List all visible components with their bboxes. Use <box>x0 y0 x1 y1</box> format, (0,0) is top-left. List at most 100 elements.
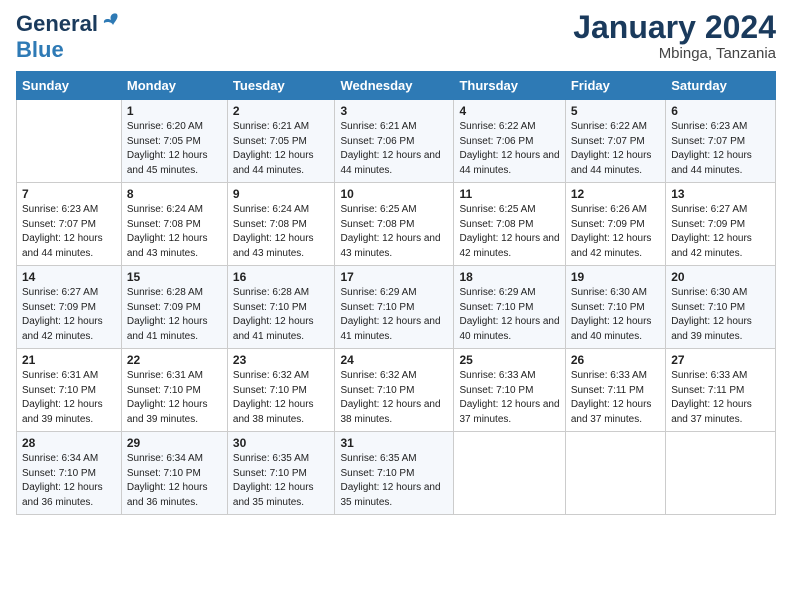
day-number: 5 <box>571 104 660 118</box>
day-number: 25 <box>459 353 559 367</box>
calendar-cell: 22 Sunrise: 6:31 AMSunset: 7:10 PMDaylig… <box>121 349 227 432</box>
day-info: Sunrise: 6:32 AMSunset: 7:10 PMDaylight:… <box>233 369 330 427</box>
day-number: 15 <box>127 270 222 284</box>
subtitle: Mbinga, Tanzania <box>573 45 776 62</box>
col-friday: Friday <box>565 72 665 100</box>
day-info: Sunrise: 6:22 AMSunset: 7:06 PMDaylight:… <box>459 120 559 178</box>
logo-general-text: General <box>16 11 98 37</box>
page-container: General Blue January 2024 Mbinga, Tanzan… <box>0 0 792 525</box>
day-info: Sunrise: 6:24 AMSunset: 7:08 PMDaylight:… <box>127 203 222 261</box>
calendar-cell <box>666 432 776 515</box>
calendar-cell: 1 Sunrise: 6:20 AMSunset: 7:05 PMDayligh… <box>121 100 227 183</box>
calendar-cell: 19 Sunrise: 6:30 AMSunset: 7:10 PMDaylig… <box>565 266 665 349</box>
calendar-cell: 17 Sunrise: 6:29 AMSunset: 7:10 PMDaylig… <box>335 266 454 349</box>
calendar-cell: 27 Sunrise: 6:33 AMSunset: 7:11 PMDaylig… <box>666 349 776 432</box>
calendar-cell: 11 Sunrise: 6:25 AMSunset: 7:08 PMDaylig… <box>454 183 565 266</box>
day-number: 1 <box>127 104 222 118</box>
day-info: Sunrise: 6:21 AMSunset: 7:05 PMDaylight:… <box>233 120 330 178</box>
day-number: 9 <box>233 187 330 201</box>
calendar-cell: 4 Sunrise: 6:22 AMSunset: 7:06 PMDayligh… <box>454 100 565 183</box>
calendar-cell: 26 Sunrise: 6:33 AMSunset: 7:11 PMDaylig… <box>565 349 665 432</box>
calendar-cell: 28 Sunrise: 6:34 AMSunset: 7:10 PMDaylig… <box>17 432 122 515</box>
day-info: Sunrise: 6:24 AMSunset: 7:08 PMDaylight:… <box>233 203 330 261</box>
day-info: Sunrise: 6:22 AMSunset: 7:07 PMDaylight:… <box>571 120 660 178</box>
calendar-week-row: 21 Sunrise: 6:31 AMSunset: 7:10 PMDaylig… <box>17 349 776 432</box>
day-info: Sunrise: 6:25 AMSunset: 7:08 PMDaylight:… <box>340 203 448 261</box>
day-info: Sunrise: 6:28 AMSunset: 7:10 PMDaylight:… <box>233 286 330 344</box>
col-saturday: Saturday <box>666 72 776 100</box>
col-tuesday: Tuesday <box>227 72 335 100</box>
day-number: 23 <box>233 353 330 367</box>
calendar-week-row: 1 Sunrise: 6:20 AMSunset: 7:05 PMDayligh… <box>17 100 776 183</box>
calendar-cell: 7 Sunrise: 6:23 AMSunset: 7:07 PMDayligh… <box>17 183 122 266</box>
calendar-week-row: 7 Sunrise: 6:23 AMSunset: 7:07 PMDayligh… <box>17 183 776 266</box>
day-number: 30 <box>233 436 330 450</box>
col-monday: Monday <box>121 72 227 100</box>
day-info: Sunrise: 6:29 AMSunset: 7:10 PMDaylight:… <box>340 286 448 344</box>
day-info: Sunrise: 6:30 AMSunset: 7:10 PMDaylight:… <box>571 286 660 344</box>
day-info: Sunrise: 6:34 AMSunset: 7:10 PMDaylight:… <box>127 452 222 510</box>
calendar-body: 1 Sunrise: 6:20 AMSunset: 7:05 PMDayligh… <box>17 100 776 515</box>
calendar-cell <box>454 432 565 515</box>
day-number: 10 <box>340 187 448 201</box>
day-info: Sunrise: 6:30 AMSunset: 7:10 PMDaylight:… <box>671 286 770 344</box>
day-info: Sunrise: 6:35 AMSunset: 7:10 PMDaylight:… <box>340 452 448 510</box>
page-header: General Blue January 2024 Mbinga, Tanzan… <box>16 10 776 63</box>
day-number: 16 <box>233 270 330 284</box>
calendar-cell: 20 Sunrise: 6:30 AMSunset: 7:10 PMDaylig… <box>666 266 776 349</box>
day-number: 14 <box>22 270 116 284</box>
day-number: 12 <box>571 187 660 201</box>
calendar-cell: 23 Sunrise: 6:32 AMSunset: 7:10 PMDaylig… <box>227 349 335 432</box>
calendar-cell <box>565 432 665 515</box>
calendar-week-row: 14 Sunrise: 6:27 AMSunset: 7:09 PMDaylig… <box>17 266 776 349</box>
day-info: Sunrise: 6:33 AMSunset: 7:11 PMDaylight:… <box>671 369 770 427</box>
calendar-cell: 9 Sunrise: 6:24 AMSunset: 7:08 PMDayligh… <box>227 183 335 266</box>
day-number: 28 <box>22 436 116 450</box>
day-number: 13 <box>671 187 770 201</box>
day-info: Sunrise: 6:35 AMSunset: 7:10 PMDaylight:… <box>233 452 330 510</box>
calendar-cell: 30 Sunrise: 6:35 AMSunset: 7:10 PMDaylig… <box>227 432 335 515</box>
day-info: Sunrise: 6:27 AMSunset: 7:09 PMDaylight:… <box>22 286 116 344</box>
day-info: Sunrise: 6:31 AMSunset: 7:10 PMDaylight:… <box>22 369 116 427</box>
day-number: 2 <box>233 104 330 118</box>
day-number: 24 <box>340 353 448 367</box>
day-info: Sunrise: 6:21 AMSunset: 7:06 PMDaylight:… <box>340 120 448 178</box>
calendar-cell: 10 Sunrise: 6:25 AMSunset: 7:08 PMDaylig… <box>335 183 454 266</box>
calendar-cell: 25 Sunrise: 6:33 AMSunset: 7:10 PMDaylig… <box>454 349 565 432</box>
day-number: 31 <box>340 436 448 450</box>
day-number: 3 <box>340 104 448 118</box>
calendar-cell: 8 Sunrise: 6:24 AMSunset: 7:08 PMDayligh… <box>121 183 227 266</box>
calendar-cell: 16 Sunrise: 6:28 AMSunset: 7:10 PMDaylig… <box>227 266 335 349</box>
calendar-cell: 29 Sunrise: 6:34 AMSunset: 7:10 PMDaylig… <box>121 432 227 515</box>
logo-bird-icon <box>99 10 121 37</box>
day-number: 11 <box>459 187 559 201</box>
day-number: 21 <box>22 353 116 367</box>
calendar-table: Sunday Monday Tuesday Wednesday Thursday… <box>16 71 776 515</box>
day-info: Sunrise: 6:23 AMSunset: 7:07 PMDaylight:… <box>671 120 770 178</box>
day-info: Sunrise: 6:34 AMSunset: 7:10 PMDaylight:… <box>22 452 116 510</box>
day-info: Sunrise: 6:27 AMSunset: 7:09 PMDaylight:… <box>671 203 770 261</box>
day-info: Sunrise: 6:33 AMSunset: 7:11 PMDaylight:… <box>571 369 660 427</box>
col-wednesday: Wednesday <box>335 72 454 100</box>
title-block: January 2024 Mbinga, Tanzania <box>573 10 776 62</box>
day-info: Sunrise: 6:31 AMSunset: 7:10 PMDaylight:… <box>127 369 222 427</box>
calendar-cell: 24 Sunrise: 6:32 AMSunset: 7:10 PMDaylig… <box>335 349 454 432</box>
day-number: 8 <box>127 187 222 201</box>
calendar-header-row: Sunday Monday Tuesday Wednesday Thursday… <box>17 72 776 100</box>
day-info: Sunrise: 6:23 AMSunset: 7:07 PMDaylight:… <box>22 203 116 261</box>
logo: General Blue <box>16 10 121 63</box>
logo-blue-text: Blue <box>16 37 64 62</box>
col-sunday: Sunday <box>17 72 122 100</box>
day-info: Sunrise: 6:32 AMSunset: 7:10 PMDaylight:… <box>340 369 448 427</box>
day-number: 26 <box>571 353 660 367</box>
day-number: 19 <box>571 270 660 284</box>
col-thursday: Thursday <box>454 72 565 100</box>
calendar-cell <box>17 100 122 183</box>
calendar-cell: 15 Sunrise: 6:28 AMSunset: 7:09 PMDaylig… <box>121 266 227 349</box>
day-number: 29 <box>127 436 222 450</box>
day-number: 27 <box>671 353 770 367</box>
day-number: 6 <box>671 104 770 118</box>
day-info: Sunrise: 6:26 AMSunset: 7:09 PMDaylight:… <box>571 203 660 261</box>
day-info: Sunrise: 6:20 AMSunset: 7:05 PMDaylight:… <box>127 120 222 178</box>
main-title: January 2024 <box>573 10 776 45</box>
